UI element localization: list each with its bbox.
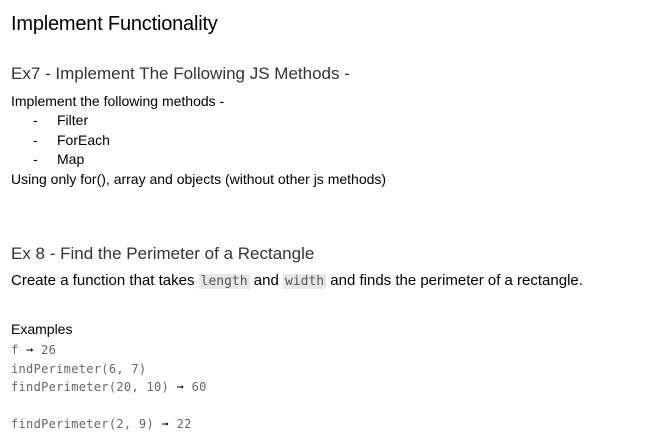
list-item-label: ForEach (57, 132, 110, 148)
list-bullet: - (33, 112, 38, 128)
arrow-icon: ➞ (26, 343, 34, 357)
list-item: - Map (33, 151, 153, 169)
code-result: 22 (176, 417, 192, 431)
code-call: findPerimeter(2, 9) (11, 417, 154, 431)
code-call: f (11, 343, 19, 357)
list-item: - ForEach (33, 132, 153, 150)
code-call: indPerimeter(6, 7) (11, 362, 147, 376)
ex7-note: Using only for(), array and objects (wit… (11, 171, 387, 187)
list-bullet: - (33, 132, 38, 148)
code-result: 60 (191, 380, 207, 394)
arrow-icon: ➞ (161, 417, 170, 431)
list-bullet: - (33, 151, 38, 167)
desc-text: and finds the perimeter of a rectangle. (326, 272, 583, 289)
page-title: Implement Functionality (11, 13, 218, 35)
desc-text: and (249, 272, 283, 289)
code-line: findPerimeter(20, 10) ➞ 60 (11, 380, 207, 394)
ex8-description: Create a function that takes length and … (11, 272, 583, 289)
code-call: findPerimeter(20, 10) (11, 380, 170, 394)
desc-text: Create a function that takes (11, 272, 199, 289)
ex8-heading: Ex 8 - Find the Perimeter of a Rectangle (11, 244, 315, 263)
ex7-heading: Ex7 - Implement The Following JS Methods… (11, 64, 350, 83)
inline-code-length: length (198, 274, 250, 289)
ex7-intro: Implement the following methods - (11, 93, 225, 109)
code-line: findPerimeter(2, 9) ➞ 22 (11, 417, 192, 431)
inline-code-width: width (282, 274, 327, 289)
examples-label: Examples (11, 321, 73, 337)
arrow-icon: ➞ (176, 380, 185, 394)
code-line: f ➞ 26 (11, 343, 56, 357)
list-item-label: Map (57, 151, 85, 167)
list-item-label: Filter (57, 112, 89, 128)
code-result: 26 (41, 343, 57, 357)
list-item: - Filter (33, 112, 153, 130)
code-line: indPerimeter(6, 7) (11, 362, 146, 376)
